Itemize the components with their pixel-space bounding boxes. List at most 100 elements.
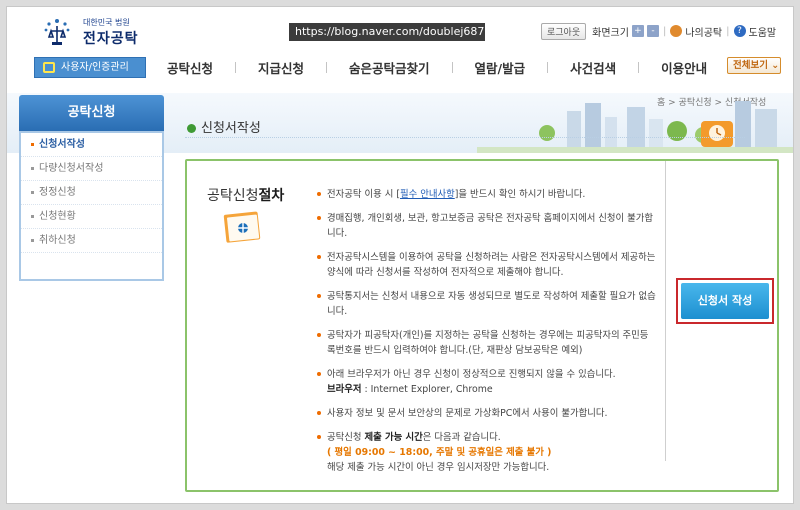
notice-text: 경매집행, 개인회생, 보관, 항고보증금 공탁은 전자공탁 홈페이지에서 신청… <box>327 213 654 239</box>
notice-item: 사용자 정보 및 문서 보안상의 문제로 가상화PC에서 사용이 불가합니다. <box>317 406 657 421</box>
nav-item-view-issue[interactable]: 열람/발급 <box>475 58 526 77</box>
nav-divider <box>326 62 328 73</box>
browser-frame: 대한민국 법원 전자공탁 https://blog.naver.com/doub… <box>6 6 794 504</box>
sidebar: 신청서작성 다량신청서작성 정정신청 신청현황 취하신청 <box>19 131 164 281</box>
notice-text: 공탁신청 <box>327 432 365 443</box>
notice-item: 전자공탁 이용 시 [필수 안내사항]을 반드시 확인 하시기 바랍니다. <box>317 187 657 202</box>
nav-item-guide[interactable]: 이용안내 <box>661 58 707 77</box>
help-icon: ? <box>733 25 746 37</box>
document-folder-icon <box>223 211 261 243</box>
screen-size-label: 화면크기 <box>592 27 629 39</box>
url-overlay: https://blog.naver.com/doublej6871 <box>289 23 485 41</box>
bullet-icon <box>317 333 321 337</box>
notice-item: 아래 브라우저가 아닌 경우 신청이 정상적으로 진행되지 않을 수 있습니다.… <box>317 367 657 397</box>
notice-text: 아래 브라우저가 아닌 경우 신청이 정상적으로 진행되지 않을 수 있습니다. <box>327 369 616 380</box>
notice-item: 공탁통지서는 신청서 내용으로 자동 생성되므로 별도로 작성하여 제출할 필요… <box>317 289 657 319</box>
logout-button[interactable]: 로그아웃 <box>541 22 587 40</box>
zoom-in-button[interactable]: + <box>631 25 644 37</box>
bullet-icon <box>31 166 34 170</box>
notice-text: 전자공탁 이용 시 [ <box>327 189 400 200</box>
court-emblem-icon <box>44 19 70 45</box>
sidebar-title: 공탁신청 <box>19 95 164 131</box>
zoom-out-button[interactable]: - <box>646 25 659 37</box>
logo-name-text: 전자공탁 <box>83 31 139 47</box>
title-underline <box>185 137 745 138</box>
bullet-icon <box>317 435 321 439</box>
main-menu: 공탁신청 지급신청 숨은공탁금찾기 열람/발급 사건검색 이용안내 <box>167 57 707 78</box>
bullet-icon <box>317 255 321 259</box>
city-skyline-illustration <box>477 101 793 153</box>
site-header: 대한민국 법원 전자공탁 https://blog.naver.com/doub… <box>7 7 793 93</box>
sidebar-item-status[interactable]: 신청현황 <box>21 205 162 229</box>
page-title: 신청서작성 <box>187 117 261 136</box>
notice-item: 전자공탁시스템을 이용하여 공탁을 신청하려는 사람은 전자공탁시스템에서 제공… <box>317 250 657 280</box>
bullet-icon <box>31 238 34 242</box>
submission-hours: ( 평일 09:00 ~ 18:00, 주말 및 공휴일은 제출 불가 ) <box>327 447 552 458</box>
sidebar-item-correction[interactable]: 정정신청 <box>21 181 162 205</box>
procedure-title-bold: 절차 <box>258 188 285 204</box>
notice-text: 사용자 정보 및 문서 보안상의 문제로 가상화PC에서 사용이 불가합니다. <box>327 408 608 419</box>
nav-divider <box>638 62 640 73</box>
write-application-button[interactable]: 신청서 작성 <box>681 283 769 319</box>
top-utility-bar: 로그아웃 화면크기 + - | 나의공탁 | ? 도움말 <box>541 22 777 40</box>
nav-divider <box>235 62 237 73</box>
submission-time-label: 제출 가능 시간 <box>364 432 423 443</box>
nav-item-hidden-funds[interactable]: 숨은공탁금찾기 <box>349 58 430 77</box>
bullet-icon <box>317 411 321 415</box>
my-gongtak-link[interactable]: 나의공탁 <box>685 24 722 39</box>
title-bullet-icon <box>187 124 196 133</box>
all-view-dropdown[interactable]: 전체보기 ⌄ <box>727 57 781 74</box>
bullet-icon <box>31 190 34 194</box>
nav-divider <box>547 62 549 73</box>
bullet-icon <box>317 372 321 376</box>
sidebar-item-label: 신청서작성 <box>39 139 85 150</box>
nav-item-payment[interactable]: 지급신청 <box>258 58 304 77</box>
notice-text: 전자공탁시스템을 이용하여 공탁을 신청하려는 사람은 전자공탁시스템에서 제공… <box>327 252 656 278</box>
chevron-down-icon: ⌄ <box>771 60 780 71</box>
user-auth-tab[interactable]: 사용자/인증관리 <box>34 57 146 78</box>
panel-divider <box>665 161 666 461</box>
notice-text: 공탁통지서는 신청서 내용으로 자동 생성되므로 별도로 작성하여 제출할 필요… <box>327 291 656 317</box>
apply-button-highlight: 신청서 작성 <box>676 278 774 324</box>
person-icon <box>670 25 683 37</box>
browser-label: 브라우저 <box>327 384 362 395</box>
notice-item: 공탁신청 제출 가능 시간은 다음과 같습니다. ( 평일 09:00 ~ 18… <box>317 430 657 475</box>
notice-list: 전자공탁 이용 시 [필수 안내사항]을 반드시 확인 하시기 바랍니다. 경매… <box>317 187 657 484</box>
sidebar-item-write[interactable]: 신청서작성 <box>21 133 162 157</box>
notice-text: 공탁자가 피공탁자(개인)를 지정하는 공탁을 신청하는 경우에는 피공탁자의 … <box>327 330 649 356</box>
bullet-icon <box>317 216 321 220</box>
help-link[interactable]: 도움말 <box>749 24 777 39</box>
site-logo[interactable]: 대한민국 법원 전자공탁 <box>43 15 163 51</box>
notice-text: ]을 반드시 확인 하시기 바랍니다. <box>454 189 586 200</box>
util-divider: | <box>662 25 667 37</box>
required-notice-link[interactable]: 필수 안내사항 <box>400 189 455 200</box>
nav-item-case-search[interactable]: 사건검색 <box>570 58 616 77</box>
logo-court-text: 대한민국 법원 <box>83 18 130 27</box>
notice-item: 공탁자가 피공탁자(개인)를 지정하는 공탁을 신청하는 경우에는 피공탁자의 … <box>317 328 657 358</box>
procedure-panel: 공탁신청절차 전자공탁 이용 시 [필수 안내사항]을 반드시 확인 하시기 바… <box>185 159 779 492</box>
all-view-label: 전체보기 <box>733 60 768 71</box>
notice-item: 경매집행, 개인회생, 보관, 항고보증금 공탁은 전자공탁 홈페이지에서 신청… <box>317 211 657 241</box>
notice-text: 해당 제출 가능 시간이 아닌 경우 임시저장만 가능합니다. <box>327 462 550 473</box>
procedure-title-prefix: 공탁신청 <box>207 188 259 204</box>
sidebar-item-bulk-write[interactable]: 다량신청서작성 <box>21 157 162 181</box>
page-title-text: 신청서작성 <box>201 121 261 136</box>
sidebar-item-label: 정정신청 <box>39 187 76 198</box>
sidebar-item-label: 다량신청서작성 <box>39 163 104 174</box>
util-divider: | <box>726 25 730 37</box>
browser-list: : Internet Explorer, Chrome <box>361 384 493 395</box>
bullet-icon <box>317 192 321 196</box>
nav-divider <box>451 62 453 73</box>
user-auth-label: 사용자/인증관리 <box>61 62 129 73</box>
lock-icon <box>43 62 55 73</box>
sidebar-item-label: 취하신청 <box>39 235 76 246</box>
bullet-icon <box>31 214 34 218</box>
sidebar-item-label: 신청현황 <box>39 211 76 222</box>
notice-text: 은 다음과 같습니다. <box>422 432 501 443</box>
main-navbar: 사용자/인증관리 공탁신청 지급신청 숨은공탁금찾기 열람/발급 사건검색 이용… <box>7 57 793 85</box>
bullet-icon <box>317 294 321 298</box>
sidebar-item-withdraw[interactable]: 취하신청 <box>21 229 162 253</box>
bullet-icon <box>31 142 34 146</box>
nav-item-apply[interactable]: 공탁신청 <box>167 58 213 77</box>
procedure-title: 공탁신청절차 <box>207 185 284 205</box>
